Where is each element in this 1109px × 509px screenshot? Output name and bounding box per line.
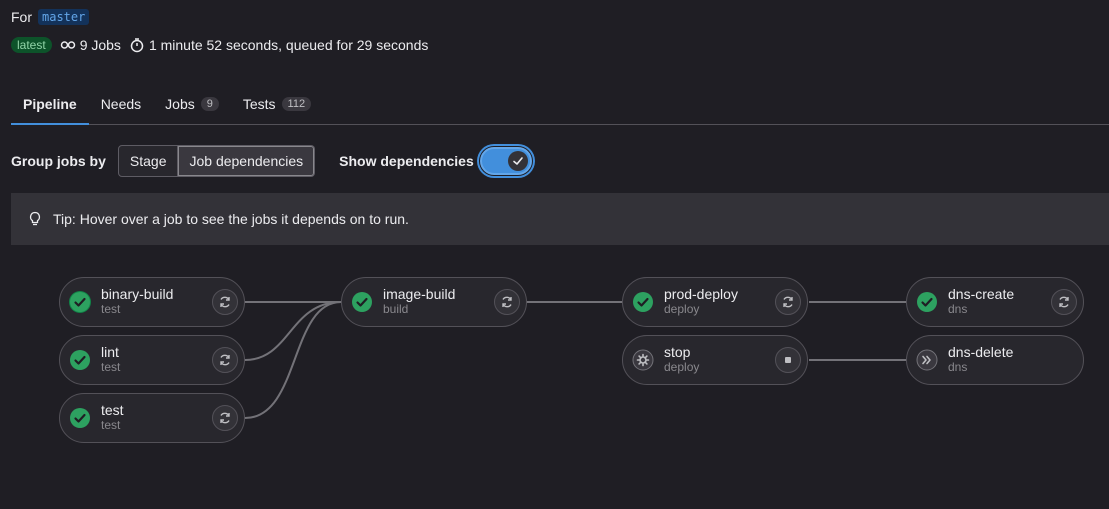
status-skipped-icon — [916, 349, 938, 371]
duration: 1 minute 52 seconds, queued for 29 secon… — [129, 37, 428, 53]
retry-icon[interactable] — [775, 289, 801, 315]
job-name: dns-delete — [948, 344, 1014, 360]
group-jobs-label: Group jobs by — [11, 153, 106, 169]
job-name: prod-deploy — [664, 286, 738, 302]
tab-label: Pipeline — [23, 96, 77, 112]
tab-tests[interactable]: Tests 112 — [231, 84, 323, 124]
pipeline-meta: latest 9 Jobs 1 minute 52 seconds, queue… — [11, 37, 428, 53]
job-dependencies-button[interactable]: Job dependencies — [178, 145, 316, 177]
group-by-segmented: Stage Job dependencies — [117, 145, 316, 177]
job-image-build[interactable]: image-build build — [341, 277, 527, 327]
pipeline-tabs: Pipeline Needs Jobs 9 Tests 112 — [11, 84, 1109, 125]
timer-icon — [129, 37, 145, 53]
graph-controls: Group jobs by Stage Job dependencies Sho… — [11, 145, 532, 177]
retry-icon[interactable] — [494, 289, 520, 315]
job-text: binary-build test — [101, 287, 173, 317]
link-line — [244, 301, 342, 361]
job-dns-create[interactable]: dns-create dns — [906, 277, 1084, 327]
tip-alert: Tip: Hover over a job to see the jobs it… — [11, 193, 1109, 245]
tab-label: Needs — [100, 96, 142, 112]
jobs-count: 9 Jobs — [60, 37, 121, 53]
job-text: prod-deploy deploy — [664, 287, 738, 317]
retry-icon[interactable] — [212, 347, 238, 373]
tab-jobs[interactable]: Jobs 9 — [153, 84, 231, 124]
tab-pipeline[interactable]: Pipeline — [11, 84, 89, 125]
duration-text: 1 minute 52 seconds, queued for 29 secon… — [148, 37, 429, 53]
lightbulb-icon — [27, 211, 43, 227]
stop-icon[interactable] — [775, 347, 801, 373]
job-lint[interactable]: lint test — [59, 335, 245, 385]
tip-text: Tip: Hover over a job to see the jobs it… — [53, 211, 409, 227]
retry-icon[interactable] — [212, 289, 238, 315]
check-icon — [507, 151, 528, 171]
job-name: binary-build — [101, 286, 174, 302]
show-dependencies-label: Show dependencies — [339, 153, 474, 169]
job-test[interactable]: test test — [59, 393, 245, 443]
status-success-icon — [69, 291, 91, 313]
stage-button[interactable]: Stage — [117, 145, 179, 177]
job-stage: deploy — [664, 302, 700, 316]
tab-label: Jobs — [165, 96, 195, 112]
job-stage: dns — [948, 302, 968, 316]
show-dependencies-toggle[interactable] — [479, 147, 532, 175]
job-name: image-build — [383, 286, 456, 302]
job-binary-build[interactable]: binary-build test — [59, 277, 245, 327]
status-success-icon — [916, 291, 938, 313]
job-text: stop deploy — [664, 345, 699, 375]
status-success-icon — [632, 291, 654, 313]
retry-icon[interactable] — [1051, 289, 1077, 315]
job-stop[interactable]: stop deploy — [622, 335, 808, 385]
job-name: stop — [664, 344, 691, 360]
tab-count-badge: 9 — [200, 97, 219, 111]
ref-line: For master — [11, 9, 90, 25]
link-line — [244, 301, 342, 419]
status-success-icon — [69, 349, 91, 371]
job-prod-deploy[interactable]: prod-deploy deploy — [622, 277, 808, 327]
retry-icon[interactable] — [212, 405, 238, 431]
status-success-icon — [351, 291, 373, 313]
latest-badge: latest — [11, 37, 52, 53]
pipeline-icon — [60, 37, 76, 53]
job-text: image-build build — [383, 287, 455, 317]
job-name: test — [101, 402, 124, 418]
for-label: For — [11, 9, 32, 25]
tab-count-badge: 112 — [281, 97, 312, 111]
tab-needs[interactable]: Needs — [89, 84, 153, 124]
job-text: dns-delete dns — [948, 345, 1013, 375]
status-manual-icon — [632, 349, 654, 371]
job-stage: deploy — [664, 360, 700, 374]
job-stage: test — [101, 360, 121, 374]
branch-link[interactable]: master — [38, 9, 90, 25]
job-stage: test — [101, 302, 121, 316]
job-name: lint — [101, 344, 119, 360]
job-stage: build — [383, 302, 409, 316]
tab-label: Tests — [242, 96, 276, 112]
job-name: dns-create — [948, 286, 1015, 302]
job-text: lint test — [101, 345, 120, 375]
jobs-count-text: 9 Jobs — [79, 37, 121, 53]
job-stage: dns — [948, 360, 968, 374]
job-stage: test — [101, 418, 121, 432]
job-dns-delete[interactable]: dns-delete dns — [906, 335, 1084, 385]
job-text: test test — [101, 403, 124, 433]
status-success-icon — [69, 407, 91, 429]
job-text: dns-create dns — [948, 287, 1014, 317]
